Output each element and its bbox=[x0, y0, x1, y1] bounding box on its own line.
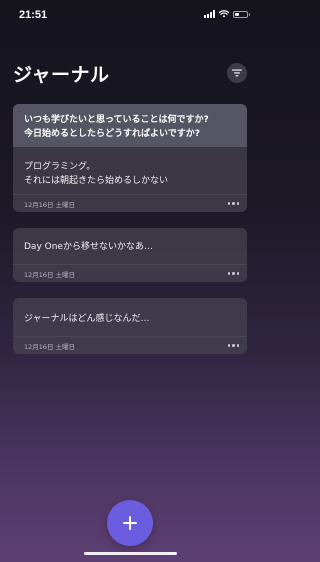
entry-date: 12月16日 土曜日 bbox=[24, 342, 76, 351]
battery-level bbox=[235, 12, 240, 16]
entry-date: 12月16日 土曜日 bbox=[24, 200, 76, 209]
entry-footer: 12月16日 土曜日 bbox=[13, 336, 247, 354]
entry-body: ジャーナルはどん感じなんだ… bbox=[13, 298, 247, 326]
entry-body: プログラミング。 それには朝起きたら始めるしかない bbox=[13, 147, 247, 188]
filter-button[interactable] bbox=[227, 63, 247, 83]
entry-text-line: プログラミング。 bbox=[24, 162, 96, 172]
entry-text-line: Day Oneから移せないかなあ… bbox=[24, 242, 153, 252]
page-title: ジャーナル bbox=[13, 64, 110, 86]
entry-text-line: ジャーナルはどん感じなんだ… bbox=[24, 314, 150, 324]
entry-body: Day Oneから移せないかなあ… bbox=[13, 228, 247, 254]
more-icon[interactable] bbox=[227, 341, 239, 351]
status-bar: 21:51 bbox=[0, 0, 260, 30]
journal-entry-card[interactable]: いつも学びたいと思っていることは何ですか? 今日始めるとしたらどうすればよいです… bbox=[13, 104, 247, 212]
signal-icon bbox=[204, 10, 215, 18]
entry-date: 12月16日 土曜日 bbox=[24, 270, 76, 279]
prompt-line: いつも学びたいと思っていることは何ですか? bbox=[24, 115, 209, 125]
status-time: 21:51 bbox=[19, 9, 48, 21]
more-icon[interactable] bbox=[227, 199, 239, 209]
status-icons bbox=[204, 10, 250, 18]
entry-footer: 12月16日 土曜日 bbox=[13, 194, 247, 212]
journal-entry-card[interactable]: ジャーナルはどん感じなんだ… 12月16日 土曜日 bbox=[13, 298, 247, 354]
entry-footer: 12月16日 土曜日 bbox=[13, 264, 247, 282]
entry-prompt: いつも学びたいと思っていることは何ですか? 今日始めるとしたらどうすればよいです… bbox=[13, 104, 247, 147]
journal-entry-card[interactable]: Day Oneから移せないかなあ… 12月16日 土曜日 bbox=[13, 228, 247, 282]
filter-icon bbox=[232, 69, 242, 77]
entry-text-line: それには朝起きたら始めるしかない bbox=[24, 176, 169, 186]
prompt-line: 今日始めるとしたらどうすればよいですか? bbox=[24, 129, 200, 139]
add-entry-button[interactable] bbox=[107, 500, 153, 546]
plus-icon bbox=[123, 516, 137, 530]
wifi-icon bbox=[219, 10, 229, 18]
home-indicator bbox=[84, 552, 177, 555]
battery-icon bbox=[233, 10, 250, 18]
more-icon[interactable] bbox=[227, 269, 239, 279]
